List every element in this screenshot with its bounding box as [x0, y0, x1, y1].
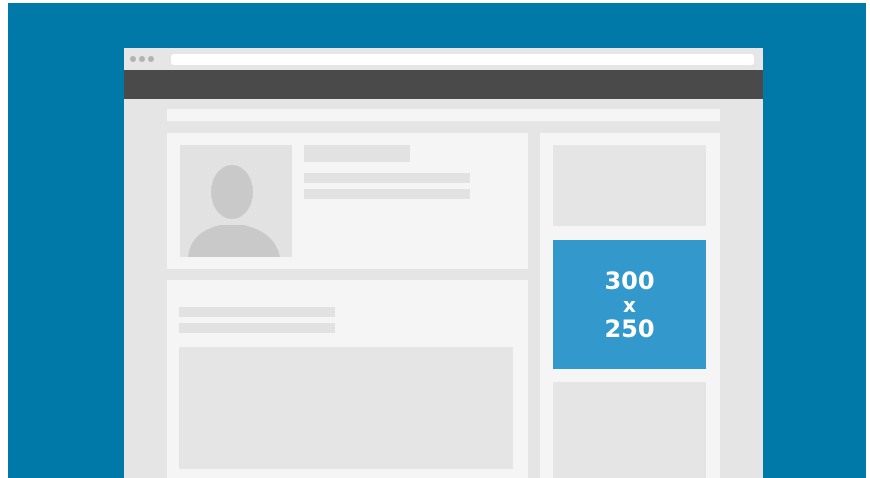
frame-edge-right [866, 0, 870, 478]
browser-titlebar [124, 48, 763, 70]
window-dot [148, 56, 154, 62]
profile-name-placeholder [304, 145, 410, 162]
window-dot [139, 56, 145, 62]
window-dot [130, 56, 136, 62]
profile-text-placeholder [304, 173, 470, 183]
ad-placeholder-300x250: 300 x 250 [553, 240, 706, 369]
ad-height-label: 250 [604, 314, 655, 343]
ad-separator-label: x [623, 292, 636, 317]
header-placeholder [167, 109, 720, 121]
browser-window: 300 x 250 [124, 48, 763, 478]
frame-edge-left [0, 0, 8, 478]
profile-text-placeholder [304, 189, 470, 199]
feed-text-placeholder [179, 307, 335, 317]
sidebar: 300 x 250 [540, 133, 720, 478]
feed-text-placeholder [179, 323, 335, 333]
feed-image-placeholder [179, 347, 513, 469]
sidebar-block-top [553, 145, 706, 226]
window-controls-icon [130, 56, 154, 62]
profile-card [167, 133, 528, 269]
ad-width-label: 300 [604, 266, 655, 295]
frame-edge-top [0, 0, 870, 3]
avatar [180, 145, 292, 257]
site-nav-bar [124, 70, 763, 99]
page-content: 300 x 250 [124, 99, 763, 478]
person-silhouette-icon [188, 165, 280, 257]
address-bar [171, 54, 754, 65]
sidebar-block-bottom [553, 382, 706, 478]
feed-card [167, 280, 528, 478]
illustration-background: 300 x 250 [0, 0, 870, 478]
